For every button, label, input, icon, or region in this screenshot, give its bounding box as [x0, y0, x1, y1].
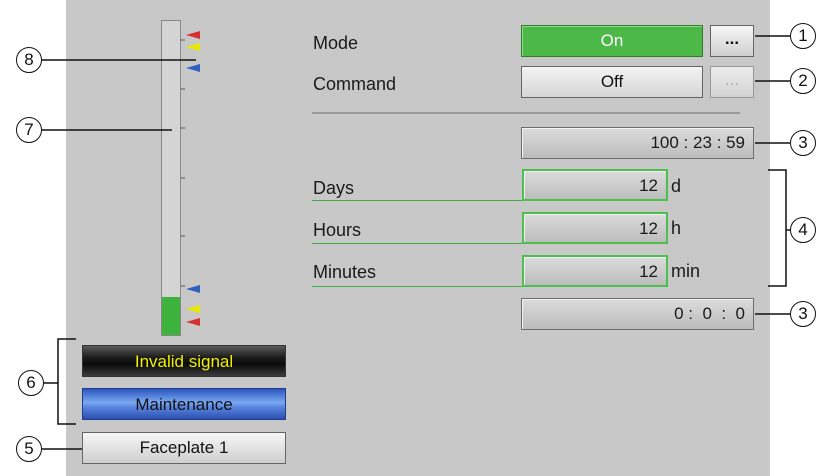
low-alarm-limit-marker — [186, 318, 200, 326]
callout-5: 5 — [16, 436, 42, 462]
minutes-input[interactable]: 12 — [522, 255, 668, 287]
command-button[interactable]: Off — [521, 66, 703, 98]
invalid-signal-status: Invalid signal — [82, 345, 286, 377]
maintenance-status: Maintenance — [82, 388, 286, 420]
days-unit: d — [671, 176, 682, 196]
callout-8: 8 — [16, 47, 42, 73]
faceplate-button[interactable]: Faceplate 1 — [82, 432, 286, 464]
callout-7: 7 — [16, 117, 42, 143]
mode-button[interactable]: On — [521, 25, 703, 57]
callout-2: 2 — [790, 68, 816, 94]
callout-3-lower: 3 — [790, 301, 816, 327]
hours-underline — [312, 243, 526, 244]
hours-label: Hours — [313, 220, 362, 240]
callout-6: 6 — [18, 370, 44, 396]
low-warning-limit-marker — [186, 305, 200, 313]
callout-3: 3 — [790, 130, 816, 156]
mode-dialog-button[interactable]: ... — [710, 25, 754, 57]
command-dialog-button[interactable]: ... — [710, 66, 754, 98]
minutes-unit: min — [671, 261, 701, 281]
high-warning-limit-marker — [186, 43, 200, 51]
hours-unit: h — [671, 218, 682, 238]
days-label: Days — [313, 178, 355, 198]
remaining-time-display: 0 : 0 : 0 — [521, 298, 754, 330]
hours-input[interactable]: 12 — [522, 212, 668, 244]
minutes-underline — [312, 286, 526, 287]
mode-label: Mode — [313, 33, 359, 53]
high-tolerance-limit-marker — [186, 64, 200, 72]
minutes-label: Minutes — [313, 262, 377, 282]
callout-4: 4 — [790, 217, 816, 243]
days-underline — [312, 200, 526, 201]
callout-1: 1 — [790, 23, 816, 49]
command-label: Command — [313, 74, 397, 94]
total-time-display: 100 : 23 : 59 — [521, 127, 754, 159]
high-alarm-limit-marker — [186, 31, 200, 39]
low-tolerance-limit-marker — [186, 285, 200, 293]
days-input[interactable]: 12 — [522, 169, 668, 201]
